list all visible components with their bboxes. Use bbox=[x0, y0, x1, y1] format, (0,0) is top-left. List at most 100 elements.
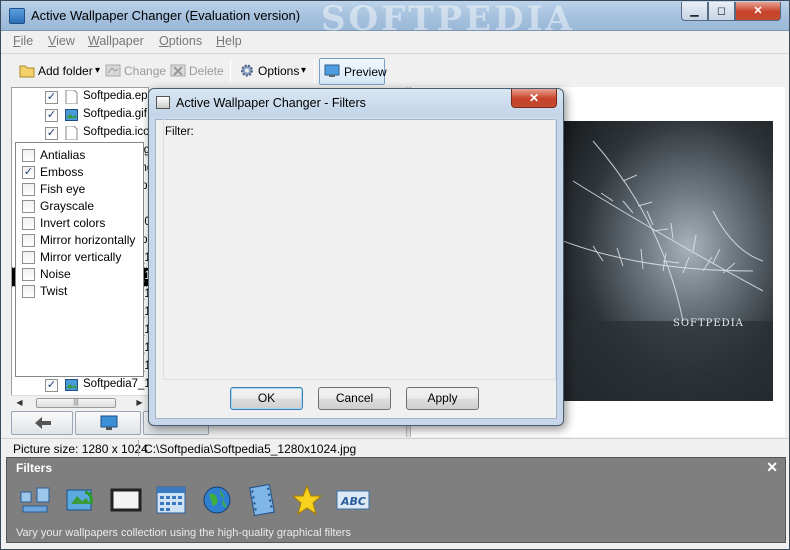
file-list-item[interactable]: ✓ Softpedia.ico bbox=[12, 124, 149, 142]
filter-checkbox[interactable] bbox=[22, 285, 35, 298]
options-dropdown-icon[interactable]: ▾ bbox=[301, 60, 306, 82]
filters-panel-close-icon[interactable]: ✕ bbox=[766, 459, 778, 476]
filter-checkbox[interactable] bbox=[22, 183, 35, 196]
star-icon[interactable] bbox=[291, 484, 323, 516]
folder-icon bbox=[19, 63, 35, 78]
toolbar-separator bbox=[314, 59, 315, 83]
monitor-icon bbox=[100, 415, 118, 434]
picture-size-text: Picture size: 1280 x 1024 bbox=[13, 442, 148, 456]
monitor-icon bbox=[324, 64, 340, 78]
filters-panel-description: Vary your wallpapers collection using th… bbox=[16, 527, 351, 539]
filter-option-label: Noise bbox=[40, 267, 71, 281]
filter-group-frame bbox=[163, 118, 556, 380]
app-icon bbox=[9, 8, 25, 24]
filter-option-label: Invert colors bbox=[40, 216, 106, 230]
window-title: Active Wallpaper Changer (Evaluation ver… bbox=[31, 8, 301, 23]
picture-path-text: C:\Softpedia\Softpedia5_1280x1024.jpg bbox=[144, 442, 357, 456]
filter-checkbox[interactable] bbox=[22, 200, 35, 213]
ok-button[interactable]: OK bbox=[230, 387, 303, 410]
cancel-button[interactable]: Cancel bbox=[318, 387, 391, 410]
dialog-title-bar[interactable]: Active Wallpaper Changer - Filters ✕ bbox=[149, 89, 563, 116]
filter-option-label: Grayscale bbox=[40, 199, 95, 213]
dialog-close-button[interactable]: ✕ bbox=[511, 89, 557, 108]
calendar-icon[interactable] bbox=[155, 484, 187, 516]
title-bar[interactable]: Active Wallpaper Changer (Evaluation ver… bbox=[1, 0, 789, 39]
file-checkbox[interactable]: ✓ bbox=[45, 379, 58, 392]
close-button[interactable]: ✕ bbox=[735, 2, 781, 21]
filter-checkbox[interactable] bbox=[22, 251, 35, 264]
maximize-button[interactable]: ◻ bbox=[708, 2, 735, 21]
change-button[interactable]: Change bbox=[105, 60, 167, 82]
image-icon bbox=[65, 108, 78, 122]
options-label: Options bbox=[258, 64, 300, 78]
filter-checklist[interactable]: Antialias ✓ Emboss Fish eye Grayscale Invert … bbox=[15, 142, 144, 377]
filter-checkbox[interactable] bbox=[22, 149, 35, 162]
preview-logo-text: SOFTPEDIA bbox=[673, 318, 744, 329]
file-name: Softpedia.gif bbox=[83, 108, 147, 120]
previous-button[interactable] bbox=[11, 411, 73, 435]
document-icon bbox=[65, 89, 78, 105]
file-name: Softpedia.ico bbox=[83, 126, 149, 138]
file-list-item[interactable]: ✓ Softpedia.gif bbox=[12, 106, 148, 124]
set-wallpaper-button[interactable] bbox=[75, 411, 141, 435]
dialog-app-icon bbox=[156, 96, 170, 109]
abc-text-icon[interactable]: ABC bbox=[336, 484, 370, 516]
filter-checkbox[interactable] bbox=[22, 268, 35, 281]
filter-option-label: Antialias bbox=[40, 148, 86, 162]
file-list-hscrollbar[interactable]: ◀ ||| ▶ bbox=[11, 395, 149, 409]
file-checkbox[interactable]: ✓ bbox=[45, 127, 58, 140]
file-list-item[interactable]: ✓ Softpedia7_1; bbox=[12, 376, 149, 394]
resize-icon[interactable] bbox=[19, 484, 51, 516]
menu-file[interactable]: File bbox=[13, 34, 33, 48]
menu-wallpaper[interactable]: Wallpaper bbox=[88, 34, 144, 48]
file-checkbox[interactable]: ✓ bbox=[45, 109, 58, 122]
frame-icon[interactable] bbox=[110, 484, 142, 516]
options-button[interactable]: Options ▾ bbox=[239, 60, 311, 82]
image-icon bbox=[65, 378, 78, 392]
filter-option-label: Mirror horizontally bbox=[40, 233, 136, 247]
recycle-picture-icon[interactable] bbox=[65, 484, 97, 516]
add-folder-label: Add folder bbox=[38, 64, 93, 78]
filter-checkbox[interactable]: ✓ bbox=[22, 166, 35, 179]
toolbar: Add folder ▾ Change Delete Options ▾ Pre… bbox=[1, 53, 789, 87]
filter-option-label: Emboss bbox=[40, 165, 84, 179]
delete-button[interactable]: Delete bbox=[170, 60, 228, 82]
apply-button[interactable]: Apply bbox=[406, 387, 479, 410]
filter-checkbox[interactable] bbox=[22, 217, 35, 230]
svg-text:ABC: ABC bbox=[340, 495, 366, 508]
add-folder-button[interactable]: Add folder ▾ bbox=[19, 60, 111, 82]
change-icon bbox=[105, 63, 121, 78]
filter-option-label: Mirror vertically bbox=[40, 250, 122, 264]
delete-icon bbox=[170, 63, 186, 78]
add-folder-dropdown-icon[interactable]: ▾ bbox=[95, 60, 100, 82]
menu-view[interactable]: View bbox=[48, 34, 75, 48]
preview-toggle-button[interactable]: Preview bbox=[319, 58, 387, 85]
filters-panel-title: Filters bbox=[16, 461, 53, 475]
film-icon[interactable] bbox=[246, 483, 278, 517]
menu-options[interactable]: Options bbox=[159, 34, 202, 48]
menu-help[interactable]: Help bbox=[216, 34, 242, 48]
filters-panel: Filters ✕ ABC Vary your wallpapers colle… bbox=[6, 457, 786, 543]
file-list-item[interactable]: ✓ Softpedia.eps bbox=[12, 88, 149, 106]
document-icon bbox=[65, 125, 78, 141]
scroll-left-icon[interactable]: ◀ bbox=[13, 397, 26, 409]
arrow-left-icon bbox=[34, 416, 52, 433]
menu-bar: File View Wallpaper Options Help bbox=[1, 31, 789, 51]
change-label: Change bbox=[124, 64, 167, 78]
scroll-thumb[interactable]: ||| bbox=[36, 398, 116, 408]
dialog-title: Active Wallpaper Changer - Filters bbox=[176, 96, 366, 110]
filter-label: Filter: bbox=[165, 126, 194, 138]
scroll-right-icon[interactable]: ▶ bbox=[133, 397, 146, 409]
file-name: Softpedia7_1; bbox=[83, 378, 149, 390]
globe-icon[interactable] bbox=[201, 484, 233, 516]
preview-label: Preview bbox=[344, 65, 387, 79]
file-checkbox[interactable]: ✓ bbox=[45, 91, 58, 104]
filter-option-label: Fish eye bbox=[40, 182, 86, 196]
minimize-button[interactable]: ▁ bbox=[681, 2, 708, 21]
status-bar: Picture size: 1280 x 1024 C:\Softpedia\S… bbox=[1, 438, 789, 457]
gear-icon bbox=[239, 63, 255, 78]
frost-branches-image bbox=[563, 140, 773, 401]
filter-checkbox[interactable] bbox=[22, 234, 35, 247]
file-name: Softpedia.eps bbox=[83, 90, 149, 102]
wallpaper-preview-image: SOFTPEDIA bbox=[563, 121, 773, 401]
